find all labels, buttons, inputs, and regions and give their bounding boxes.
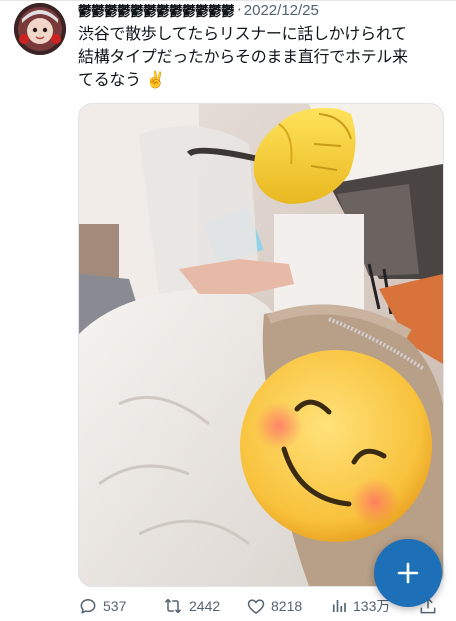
tweet-date[interactable]: 2022/12/25 bbox=[244, 2, 319, 19]
plus-icon bbox=[397, 562, 419, 584]
tweet-text-line: 結構タイプだったからそのまま直行でホテル来 bbox=[78, 47, 408, 66]
victory-hand-emoji: ✌️ bbox=[145, 70, 166, 89]
tweet-photo[interactable] bbox=[78, 103, 444, 587]
tweet-text-line: てるなう bbox=[78, 70, 141, 89]
tweet-text-line: てるなう ✌️ bbox=[78, 68, 450, 91]
tweet-header: 鬱鬱鬱鬱鬱鬱鬱鬱鬱鬱鬱鬱 · 2022/12/25 bbox=[78, 0, 319, 20]
reply-button[interactable]: 537 bbox=[78, 596, 126, 616]
author-avatar[interactable] bbox=[14, 3, 66, 55]
compose-tweet-button[interactable] bbox=[374, 539, 442, 607]
reply-count: 537 bbox=[103, 598, 127, 614]
tweet-text-line: 渋谷で散歩してたらリスナーに話しかけられて bbox=[78, 24, 407, 43]
views-button[interactable]: 133万 bbox=[330, 596, 390, 616]
heart-icon bbox=[247, 599, 265, 614]
retweet-count: 2442 bbox=[189, 598, 221, 614]
views-icon bbox=[332, 600, 346, 612]
tweet-text: 渋谷で散歩してたらリスナーに話しかけられて 結構タイプだったからそのまま直行でホ… bbox=[78, 22, 450, 91]
reply-icon bbox=[80, 599, 96, 614]
like-count: 8218 bbox=[271, 598, 303, 614]
views-count: 133万 bbox=[353, 598, 391, 614]
retweet-icon bbox=[164, 598, 182, 614]
header-separator: · bbox=[237, 1, 242, 19]
like-button[interactable]: 8218 bbox=[246, 596, 302, 616]
author-name[interactable]: 鬱鬱鬱鬱鬱鬱鬱鬱鬱鬱鬱鬱 bbox=[78, 0, 235, 20]
retweet-button[interactable]: 2442 bbox=[162, 596, 220, 616]
